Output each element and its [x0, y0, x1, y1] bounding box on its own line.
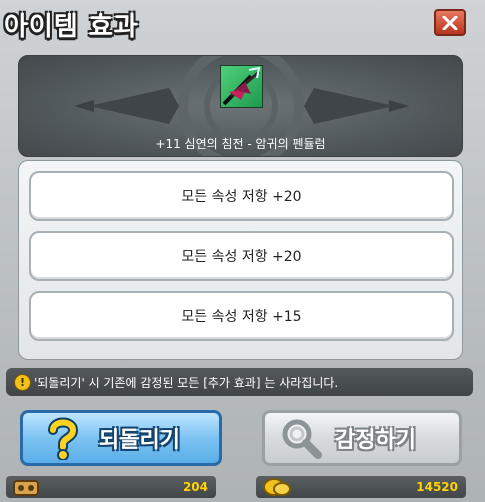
question-mark-icon: [48, 417, 79, 460]
effects-panel: 모든 속성 저항 +20 모든 속성 저항 +20 모든 속성 저항 +15: [18, 160, 463, 360]
pendulum-item-icon[interactable]: [220, 65, 263, 108]
effect-row: 모든 속성 저항 +20: [29, 231, 454, 281]
item-effect-window: 아이템 효과 +11 심연의 침전 - 암귀의 펜듈럼 모든 속성 저항 +20…: [0, 0, 485, 502]
currency-left-value: 204: [182, 480, 208, 494]
effect-row: 모든 속성 저항 +20: [29, 171, 454, 221]
close-icon: [442, 15, 458, 30]
appraise-button-label: 감정하기: [335, 428, 416, 453]
gold-coin-icon: [263, 478, 291, 496]
close-button[interactable]: [434, 9, 466, 36]
warning-icon: !: [14, 373, 31, 391]
reward-box-icon: [13, 480, 39, 496]
effect-row: 모든 속성 저항 +15: [29, 291, 454, 341]
currency-right: 14520: [256, 476, 466, 498]
item-banner: +11 심연의 침전 - 암귀의 펜듈럼: [18, 55, 463, 157]
revert-button-label: 되돌리기: [99, 428, 180, 453]
magnifier-icon: [282, 419, 322, 459]
item-name: +11 심연의 침전 - 암귀의 펜듈럼: [155, 137, 326, 151]
window-title: 아이템 효과: [4, 12, 139, 42]
warning-bar: ! '되돌리기' 시 기존에 감정된 모든 [추가 효과] 는 사라집니다.: [6, 368, 473, 396]
appraise-button[interactable]: 감정하기: [262, 410, 462, 466]
warning-text: '되돌리기' 시 기존에 감정된 모든 [추가 효과] 는 사라집니다.: [34, 375, 339, 390]
currency-left: 204: [6, 476, 216, 498]
currency-right-value: 14520: [416, 480, 458, 494]
revert-button[interactable]: 되돌리기: [20, 410, 222, 466]
